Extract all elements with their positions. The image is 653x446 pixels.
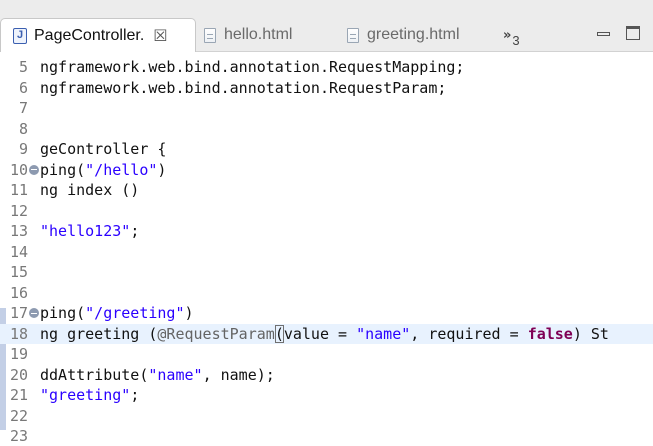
code-line[interactable]: 19 [0, 344, 653, 365]
collapse-icon[interactable] [29, 164, 39, 175]
line-number: 8 [18, 119, 28, 138]
code-token: ddAttribute( [40, 365, 149, 384]
code-lines: 5 ngframework.web.bind.annotation.Request… [0, 57, 653, 446]
code-line[interactable]: 23 [0, 426, 653, 446]
code-text: ping("/hello") [40, 161, 166, 179]
code-token: ngframework.web.bind.annotation.RequestP… [40, 78, 447, 97]
code-text: ngframework.web.bind.annotation.RequestM… [40, 58, 464, 76]
code-line[interactable]: 13 "hello123"; [0, 221, 653, 242]
fold-gutter [28, 164, 40, 175]
maximize-icon[interactable] [626, 26, 640, 40]
code-token: ; [130, 386, 140, 405]
code-token: ping( [40, 304, 86, 323]
code-line[interactable]: 18 ng greeting (@RequestParam(value = "na… [0, 323, 653, 344]
html-file-icon [204, 27, 216, 43]
code-text: ping("/greeting") [40, 304, 194, 322]
code-text: ddAttribute("name", name); [40, 366, 275, 384]
code-token: "/hello" [85, 160, 158, 179]
code-text: ng greeting (@RequestParam(value = "name… [40, 324, 609, 343]
java-file-icon: J [13, 27, 27, 44]
code-text: "hello123"; [40, 222, 139, 240]
code-line[interactable]: 7 [0, 98, 653, 119]
code-token: ng index () [40, 181, 140, 200]
tab-hello-html[interactable]: hello.html [202, 18, 332, 52]
code-line[interactable]: 5 ngframework.web.bind.annotation.Request… [0, 57, 653, 78]
code-token: @RequestParam [157, 324, 275, 343]
code-line[interactable]: 16 [0, 283, 653, 304]
line-number: 11 [9, 181, 28, 200]
code-line[interactable]: 22 [0, 406, 653, 427]
code-line[interactable]: 17 ping("/greeting") [0, 303, 653, 324]
code-token: ) St [572, 324, 609, 343]
line-number: 15 [9, 263, 28, 282]
line-number: 13 [9, 222, 28, 241]
line-number: 19 [9, 345, 28, 364]
code-token: , required = [410, 324, 528, 343]
code-token: "name" [356, 324, 411, 343]
code-token: , name); [202, 365, 275, 384]
code-token: ping( [40, 160, 86, 179]
code-text: ng index () [40, 181, 139, 199]
line-number: 5 [18, 58, 28, 77]
code-token: ) [184, 304, 194, 323]
code-text: ngframework.web.bind.annotation.RequestP… [40, 79, 446, 97]
code-token: ; [130, 222, 140, 241]
code-line[interactable]: 21 "greeting"; [0, 385, 653, 406]
code-line[interactable]: 14 [0, 242, 653, 263]
code-token: "/greeting" [85, 304, 185, 323]
code-line[interactable]: 11 ng index () [0, 180, 653, 201]
line-number: 10 [9, 160, 28, 179]
code-line[interactable]: 8 [0, 119, 653, 140]
html-file-icon [347, 27, 359, 43]
code-area[interactable]: 5 ngframework.web.bind.annotation.Request… [0, 52, 653, 446]
line-number: 21 [9, 386, 28, 405]
code-token: ) [157, 160, 167, 179]
chevron-double-right-icon: » [503, 28, 512, 43]
code-token: ng greeting ( [40, 324, 158, 343]
line-number: 16 [9, 283, 28, 302]
code-token: ( [274, 324, 284, 343]
line-number: 17 [9, 304, 28, 323]
line-number: 7 [18, 99, 28, 118]
code-editor-window: J PageController. ☒ hello.html greeting.… [0, 0, 653, 446]
line-number: 23 [9, 427, 28, 446]
code-token: false [527, 324, 573, 343]
code-line[interactable]: 6 ngframework.web.bind.annotation.Request… [0, 78, 653, 99]
code-text: "greeting"; [40, 386, 139, 404]
line-number: 14 [9, 242, 28, 261]
tab-label: hello.html [224, 26, 293, 43]
code-token: geController { [40, 140, 167, 159]
code-line[interactable]: 15 [0, 262, 653, 283]
tab-label: greeting.html [367, 26, 460, 43]
code-token: ngframework.web.bind.annotation.RequestM… [40, 58, 465, 77]
fold-gutter [28, 308, 40, 319]
editor-tab-bar: J PageController. ☒ hello.html greeting.… [0, 0, 653, 52]
code-line[interactable]: 9 geController { [0, 139, 653, 160]
code-token: "name" [148, 365, 203, 384]
code-text: geController { [40, 140, 166, 158]
line-number: 22 [9, 406, 28, 425]
tab-label: PageController. [34, 26, 145, 44]
code-token: "hello123" [40, 222, 131, 241]
code-line[interactable]: 12 [0, 201, 653, 222]
close-tab-icon[interactable]: ☒ [153, 26, 167, 45]
line-number: 12 [9, 201, 28, 220]
line-number: 20 [9, 365, 28, 384]
code-token: value = [283, 324, 357, 343]
tab-pagecontroller[interactable]: J PageController. ☒ [0, 18, 196, 52]
code-line[interactable]: 10 ping("/hello") [0, 160, 653, 181]
code-token: "greeting" [40, 386, 131, 405]
minimize-icon[interactable] [597, 32, 610, 36]
tab-greeting-html[interactable]: greeting.html [345, 18, 495, 52]
line-number: 6 [18, 78, 28, 97]
code-line[interactable]: 20 ddAttribute("name", name); [0, 365, 653, 386]
line-number: 18 [9, 324, 28, 343]
tab-overflow-button[interactable]: »3 [503, 24, 520, 48]
collapse-icon[interactable] [29, 308, 39, 319]
line-number: 9 [18, 140, 28, 159]
hidden-tab-count: 3 [512, 33, 520, 48]
